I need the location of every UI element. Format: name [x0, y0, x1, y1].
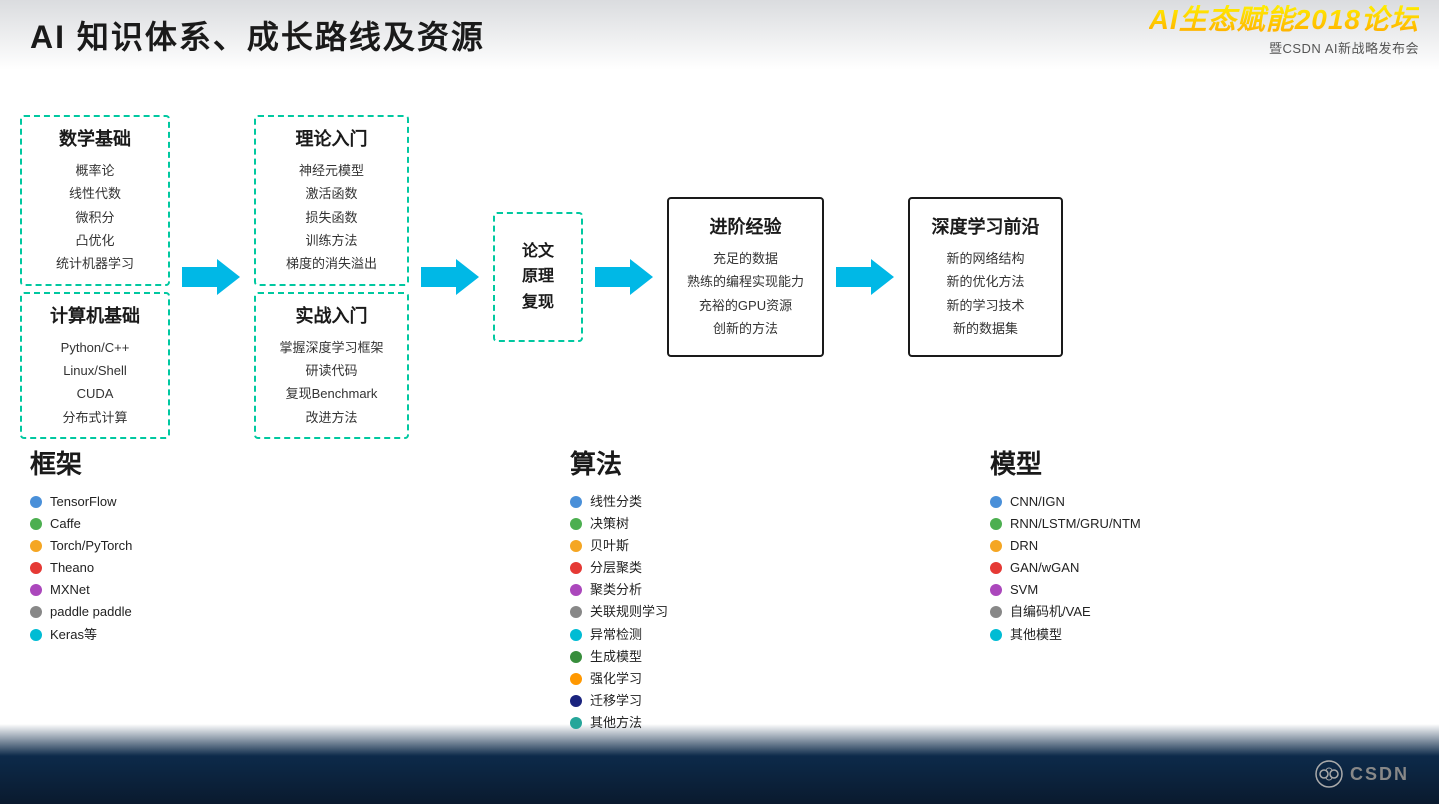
computer-basics-title: 计算机基础 — [36, 302, 154, 328]
algorithm-legend-item: 生成模型 — [570, 646, 770, 668]
math-item: 统计机器学习 — [36, 252, 154, 275]
algorithm-legend-item: 贝叶斯 — [570, 535, 770, 557]
framework-legend-item: Keras等 — [30, 624, 290, 646]
framework-legend-item: Torch/PyTorch — [30, 535, 290, 557]
math-item: 概率论 — [36, 159, 154, 182]
advanced-item: 创新的方法 — [687, 317, 804, 340]
deeplearning-item: 新的学习技术 — [928, 294, 1043, 317]
algorithm-legend-item: 其他方法 — [570, 712, 770, 734]
practice-item: 研读代码 — [270, 359, 393, 382]
practice-items: 掌握深度学习框架研读代码复现Benchmark改进方法 — [270, 336, 393, 430]
model-legend-item: CNN/IGN — [990, 491, 1250, 513]
logo-sub: 暨CSDN AI新战略发布会 — [1149, 38, 1419, 57]
theory-title: 理论入门 — [270, 125, 393, 151]
algorithm-legend: 线性分类决策树贝叶斯分层聚类聚类分析关联规则学习异常检测生成模型强化学习迁移学习… — [570, 491, 770, 734]
framework-legend-item: paddle paddle — [30, 601, 290, 623]
computer-items: Python/C++Linux/ShellCUDA分布式计算 — [36, 336, 154, 430]
framework-legend-item: MXNet — [30, 579, 290, 601]
math-item: 微积分 — [36, 206, 154, 229]
advanced-item: 充足的数据 — [687, 247, 804, 270]
model-label: 模型 — [990, 444, 1250, 481]
model-legend: CNN/IGNRNN/LSTM/GRU/NTMDRNGAN/wGANSVM自编码… — [990, 491, 1250, 646]
model-legend-item: GAN/wGAN — [990, 557, 1250, 579]
theory-item: 训练方法 — [270, 229, 393, 252]
algorithm-legend-item: 关联规则学习 — [570, 601, 770, 623]
algorithm-legend-item: 异常检测 — [570, 624, 770, 646]
model-legend-item: DRN — [990, 535, 1250, 557]
model-legend-item: SVM — [990, 579, 1250, 601]
logo-area: AI生态赋能2018论坛 暨CSDN AI新战略发布会 — [1149, 5, 1419, 57]
deeplearning-item: 新的网络结构 — [928, 247, 1043, 270]
algorithm-legend-item: 分层聚类 — [570, 557, 770, 579]
practice-item: 掌握深度学习框架 — [270, 336, 393, 359]
practice-item: 改进方法 — [270, 406, 393, 429]
csdn-logo: CSDN — [1314, 759, 1409, 789]
computer-basics-box: 计算机基础 Python/C++Linux/ShellCUDA分布式计算 — [20, 292, 170, 440]
arrow1 — [182, 257, 242, 297]
framework-legend-item: TensorFlow — [30, 491, 290, 513]
computer-item: CUDA — [36, 382, 154, 405]
deeplearning-item: 新的优化方法 — [928, 270, 1043, 293]
math-basics-box: 数学基础 概率论线性代数微积分凸优化统计机器学习 — [20, 115, 170, 286]
page-title: AI 知识体系、成长路线及资源 — [30, 12, 485, 58]
model-legend-item: 自编码机/VAE — [990, 601, 1250, 623]
advanced-item: 熟练的编程实现能力 — [687, 270, 804, 293]
deeplearning-box: 深度学习前沿 新的网络结构新的优化方法新的学习技术新的数据集 — [908, 197, 1063, 357]
deeplearning-items: 新的网络结构新的优化方法新的学习技术新的数据集 — [928, 247, 1043, 341]
algorithm-legend-item: 线性分类 — [570, 491, 770, 513]
paper-title: 论文 原理 复现 — [522, 239, 554, 316]
math-basics-title: 数学基础 — [36, 125, 154, 151]
math-item: 线性代数 — [36, 182, 154, 205]
algorithm-legend-item: 强化学习 — [570, 668, 770, 690]
paper-box: 论文 原理 复现 — [493, 212, 583, 343]
model-legend-item: 其他模型 — [990, 624, 1250, 646]
arrow3 — [595, 257, 655, 297]
deeplearning-item: 新的数据集 — [928, 317, 1043, 340]
practice-title: 实战入门 — [270, 302, 393, 328]
framework-legend-item: Caffe — [30, 513, 290, 535]
theory-items: 神经元模型激活函数损失函数训练方法梯度的消失溢出 — [270, 159, 393, 276]
advanced-box: 进阶经验 充足的数据熟练的编程实现能力充裕的GPU资源创新的方法 — [667, 197, 824, 357]
computer-item: Linux/Shell — [36, 359, 154, 382]
practice-item: 复现Benchmark — [270, 382, 393, 405]
algorithm-legend-item: 聚类分析 — [570, 579, 770, 601]
deeplearning-title: 深度学习前沿 — [928, 213, 1043, 239]
arrow2 — [421, 257, 481, 297]
theory-item: 神经元模型 — [270, 159, 393, 182]
math-items: 概率论线性代数微积分凸优化统计机器学习 — [36, 159, 154, 276]
theory-item: 损失函数 — [270, 206, 393, 229]
practice-box: 实战入门 掌握深度学习框架研读代码复现Benchmark改进方法 — [254, 292, 409, 440]
computer-item: Python/C++ — [36, 336, 154, 359]
logo-main: AI生态赋能2018论坛 — [1149, 5, 1419, 36]
advanced-items: 充足的数据熟练的编程实现能力充裕的GPU资源创新的方法 — [687, 247, 804, 341]
theory-box: 理论入门 神经元模型激活函数损失函数训练方法梯度的消失溢出 — [254, 115, 409, 286]
framework-legend: TensorFlowCaffeTorch/PyTorchTheanoMXNetp… — [30, 491, 290, 646]
model-legend-item: RNN/LSTM/GRU/NTM — [990, 513, 1250, 535]
framework-legend-item: Theano — [30, 557, 290, 579]
advanced-title: 进阶经验 — [687, 213, 804, 239]
csdn-text: CSDN — [1350, 764, 1409, 785]
theory-item: 激活函数 — [270, 182, 393, 205]
advanced-item: 充裕的GPU资源 — [687, 294, 804, 317]
theory-item: 梯度的消失溢出 — [270, 252, 393, 275]
computer-item: 分布式计算 — [36, 406, 154, 429]
framework-label: 框架 — [30, 444, 290, 481]
algorithm-label: 算法 — [570, 444, 770, 481]
arrow4 — [836, 257, 896, 297]
algorithm-legend-item: 迁移学习 — [570, 690, 770, 712]
algorithm-legend-item: 决策树 — [570, 513, 770, 535]
bg-decoration — [0, 724, 1439, 804]
math-item: 凸优化 — [36, 229, 154, 252]
